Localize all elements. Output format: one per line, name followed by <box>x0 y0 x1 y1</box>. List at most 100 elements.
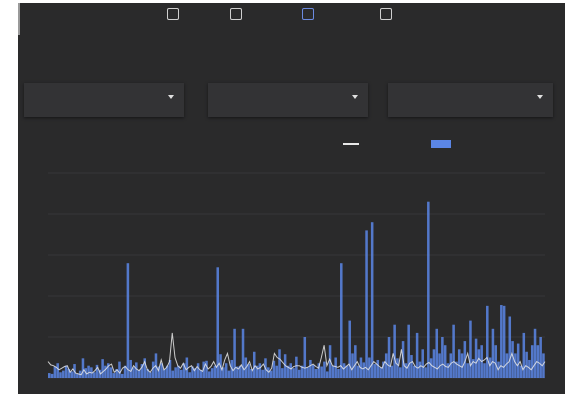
bar[interactable] <box>469 320 472 378</box>
bar[interactable] <box>112 373 116 378</box>
bar[interactable] <box>404 363 408 378</box>
bar[interactable] <box>522 332 526 378</box>
bar[interactable] <box>171 370 175 378</box>
bar[interactable] <box>379 367 382 378</box>
bar[interactable] <box>81 358 85 378</box>
bar[interactable] <box>488 357 492 379</box>
bar[interactable] <box>365 230 368 378</box>
step-summary[interactable] <box>138 8 208 41</box>
bar[interactable] <box>213 365 217 378</box>
bar[interactable] <box>486 305 489 378</box>
bar[interactable] <box>48 373 51 378</box>
bar[interactable] <box>289 363 293 378</box>
bar[interactable] <box>101 359 104 378</box>
bar[interactable] <box>92 372 96 378</box>
bar[interactable] <box>64 365 68 378</box>
bar[interactable] <box>205 360 208 378</box>
bar[interactable] <box>415 332 419 378</box>
bar[interactable] <box>508 316 512 379</box>
bar[interactable] <box>76 373 79 378</box>
bar[interactable] <box>331 365 335 378</box>
bar[interactable] <box>418 361 422 378</box>
bar[interactable] <box>356 365 360 378</box>
bar[interactable] <box>174 367 177 378</box>
bar[interactable] <box>424 367 427 378</box>
bar[interactable] <box>149 372 152 378</box>
step-embodied-carbon[interactable] <box>351 8 421 41</box>
bar[interactable] <box>441 337 444 378</box>
bar[interactable] <box>477 349 481 378</box>
bar[interactable] <box>210 368 214 378</box>
bar[interactable] <box>135 362 138 378</box>
bar[interactable] <box>303 337 307 378</box>
bar[interactable] <box>525 351 528 378</box>
bar[interactable] <box>491 328 495 378</box>
bar[interactable] <box>163 368 166 378</box>
bar[interactable] <box>59 372 62 378</box>
bar[interactable] <box>505 353 509 378</box>
bar[interactable] <box>457 349 461 378</box>
bar[interactable] <box>121 373 124 378</box>
bar[interactable] <box>227 370 231 378</box>
bar[interactable] <box>323 361 326 378</box>
bar[interactable] <box>132 367 135 378</box>
bar[interactable] <box>258 363 262 378</box>
bar[interactable] <box>309 359 312 378</box>
bar[interactable] <box>443 345 447 378</box>
bar[interactable] <box>56 363 59 378</box>
filter-project-type[interactable] <box>24 83 184 117</box>
bar[interactable] <box>429 358 433 378</box>
step-carbon-loop[interactable] <box>201 8 271 41</box>
bar[interactable] <box>216 267 219 378</box>
filter-country[interactable] <box>388 83 553 117</box>
bar[interactable] <box>370 222 374 378</box>
bar[interactable] <box>494 345 497 378</box>
bar[interactable] <box>387 337 391 378</box>
bar[interactable] <box>278 349 281 378</box>
bar[interactable] <box>407 324 410 378</box>
bar[interactable] <box>421 349 424 378</box>
bar[interactable] <box>295 356 298 378</box>
bar[interactable] <box>252 351 256 378</box>
bar[interactable] <box>348 320 351 378</box>
bar[interactable] <box>311 364 315 378</box>
bar[interactable] <box>466 363 469 378</box>
bar[interactable] <box>196 363 200 378</box>
bar[interactable] <box>314 368 318 378</box>
bar[interactable] <box>435 328 439 378</box>
bar[interactable] <box>334 357 337 379</box>
bar[interactable] <box>533 328 537 378</box>
bar[interactable] <box>269 370 273 378</box>
bar[interactable] <box>275 365 278 378</box>
bar[interactable] <box>306 367 309 378</box>
bar[interactable] <box>179 369 183 378</box>
bar[interactable] <box>432 349 436 378</box>
bar[interactable] <box>188 372 191 378</box>
bar[interactable] <box>126 263 130 378</box>
bar[interactable] <box>224 363 228 378</box>
bar[interactable] <box>393 324 396 378</box>
bar[interactable] <box>297 369 301 378</box>
step-operational-carbon[interactable] <box>273 8 343 41</box>
bar[interactable] <box>53 366 57 378</box>
bar[interactable] <box>446 363 450 378</box>
bar[interactable] <box>337 368 340 378</box>
bar[interactable] <box>376 359 380 378</box>
bar[interactable] <box>514 353 517 378</box>
bar[interactable] <box>483 363 486 378</box>
bar[interactable] <box>247 364 250 378</box>
filter-use-type[interactable] <box>208 83 368 117</box>
bar[interactable] <box>70 371 73 378</box>
bar[interactable] <box>118 361 121 378</box>
bar[interactable] <box>452 324 455 378</box>
bar[interactable] <box>340 263 343 378</box>
bar[interactable] <box>261 369 264 378</box>
bar[interactable] <box>351 353 354 378</box>
bar[interactable] <box>281 368 284 378</box>
bar[interactable] <box>362 362 366 378</box>
bar[interactable] <box>396 358 399 378</box>
bar[interactable] <box>320 366 323 378</box>
bar[interactable] <box>530 345 534 378</box>
bar[interactable] <box>345 365 349 378</box>
bar[interactable] <box>233 328 236 378</box>
